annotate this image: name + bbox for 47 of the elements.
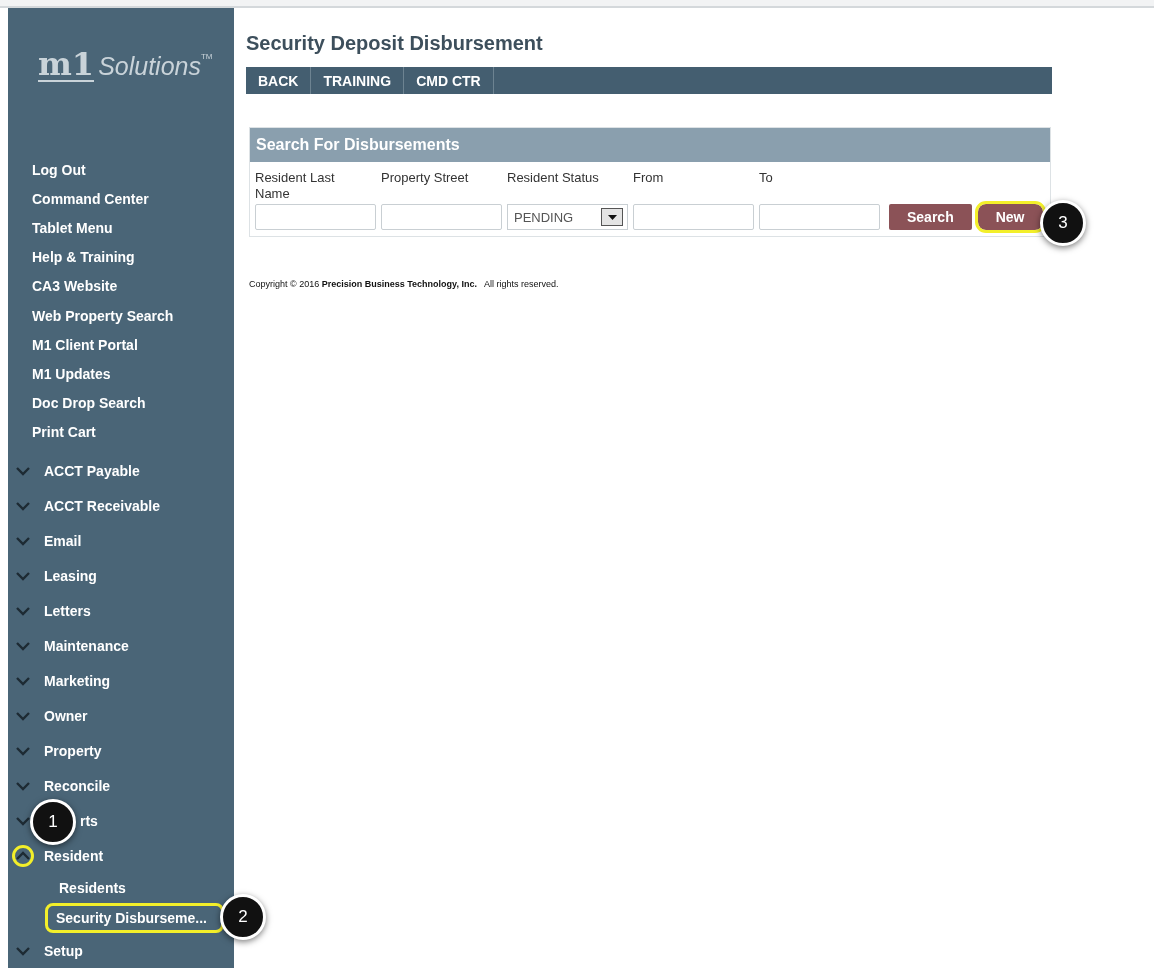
- menu-group[interactable]: ACCT Receivable: [44, 497, 160, 514]
- panel-header: Search For Disbursements: [250, 128, 1050, 162]
- submenu-link[interactable]: Security Disburseme...: [45, 903, 224, 933]
- field-label: Resident Last Name: [255, 170, 336, 202]
- menu-link[interactable]: Help & Training: [8, 249, 135, 279]
- logo: m1 Solutions$^{TM}$: [38, 48, 214, 85]
- toolbar-button[interactable]: BACK: [246, 67, 312, 94]
- field-label: From: [633, 170, 665, 187]
- menu-group[interactable]: Maintenance: [44, 637, 129, 654]
- menu-link[interactable]: Web Property Search: [8, 307, 174, 337]
- toolbar-button[interactable]: TRAINING: [311, 67, 405, 94]
- submenu-link[interactable]: Residents: [48, 873, 137, 903]
- input-field[interactable]: [759, 204, 880, 230]
- menu-link[interactable]: Tablet Menu: [8, 220, 113, 250]
- step-badge: 2: [220, 894, 266, 940]
- action-button[interactable]: Search: [889, 204, 972, 230]
- menu-link[interactable]: Command Center: [8, 191, 149, 221]
- menu-link[interactable]: Log Out: [8, 162, 86, 192]
- menu-group[interactable]: rts: [80, 812, 98, 829]
- field-label: To: [759, 170, 774, 187]
- input-field[interactable]: [381, 204, 502, 230]
- action-button[interactable]: New: [977, 204, 1043, 230]
- status-dropdown[interactable]: PENDING: [507, 204, 628, 230]
- menu-link[interactable]: CA3 Website: [8, 278, 118, 308]
- menu-link[interactable]: Print Cart: [8, 423, 96, 453]
- menu-link[interactable]: M1 Client Portal: [8, 336, 138, 366]
- menu-group[interactable]: Setup: [44, 942, 83, 959]
- input-field[interactable]: [255, 204, 376, 230]
- step-badge: 3: [1040, 200, 1086, 246]
- menu-group[interactable]: Resident: [44, 847, 104, 864]
- menu-group[interactable]: Marketing: [44, 672, 111, 689]
- copyright-text: Copyright © 2016 Precision Business Technology, Inc. All rights reserved.: [249, 279, 560, 289]
- page-title: Security Deposit Disbursement: [246, 32, 544, 55]
- toolbar-button[interactable]: CMD CTR: [404, 67, 494, 94]
- menu-group[interactable]: Property: [44, 742, 102, 759]
- menu-group[interactable]: Email: [44, 532, 82, 549]
- menu-link[interactable]: Doc Drop Search: [8, 394, 146, 424]
- field-label: Property Street: [381, 170, 470, 187]
- menu-link[interactable]: M1 Updates: [8, 365, 111, 395]
- field-label: Resident Status: [507, 170, 599, 187]
- menu-group[interactable]: Leasing: [44, 567, 97, 584]
- menu-group[interactable]: Reconcile: [44, 777, 111, 794]
- menu-group[interactable]: Owner: [44, 707, 88, 724]
- menu-group[interactable]: Letters: [44, 602, 91, 619]
- chevron-up-icon[interactable]: [12, 844, 34, 867]
- menu-group[interactable]: ACCT Payable: [44, 462, 140, 479]
- input-field[interactable]: [633, 204, 754, 230]
